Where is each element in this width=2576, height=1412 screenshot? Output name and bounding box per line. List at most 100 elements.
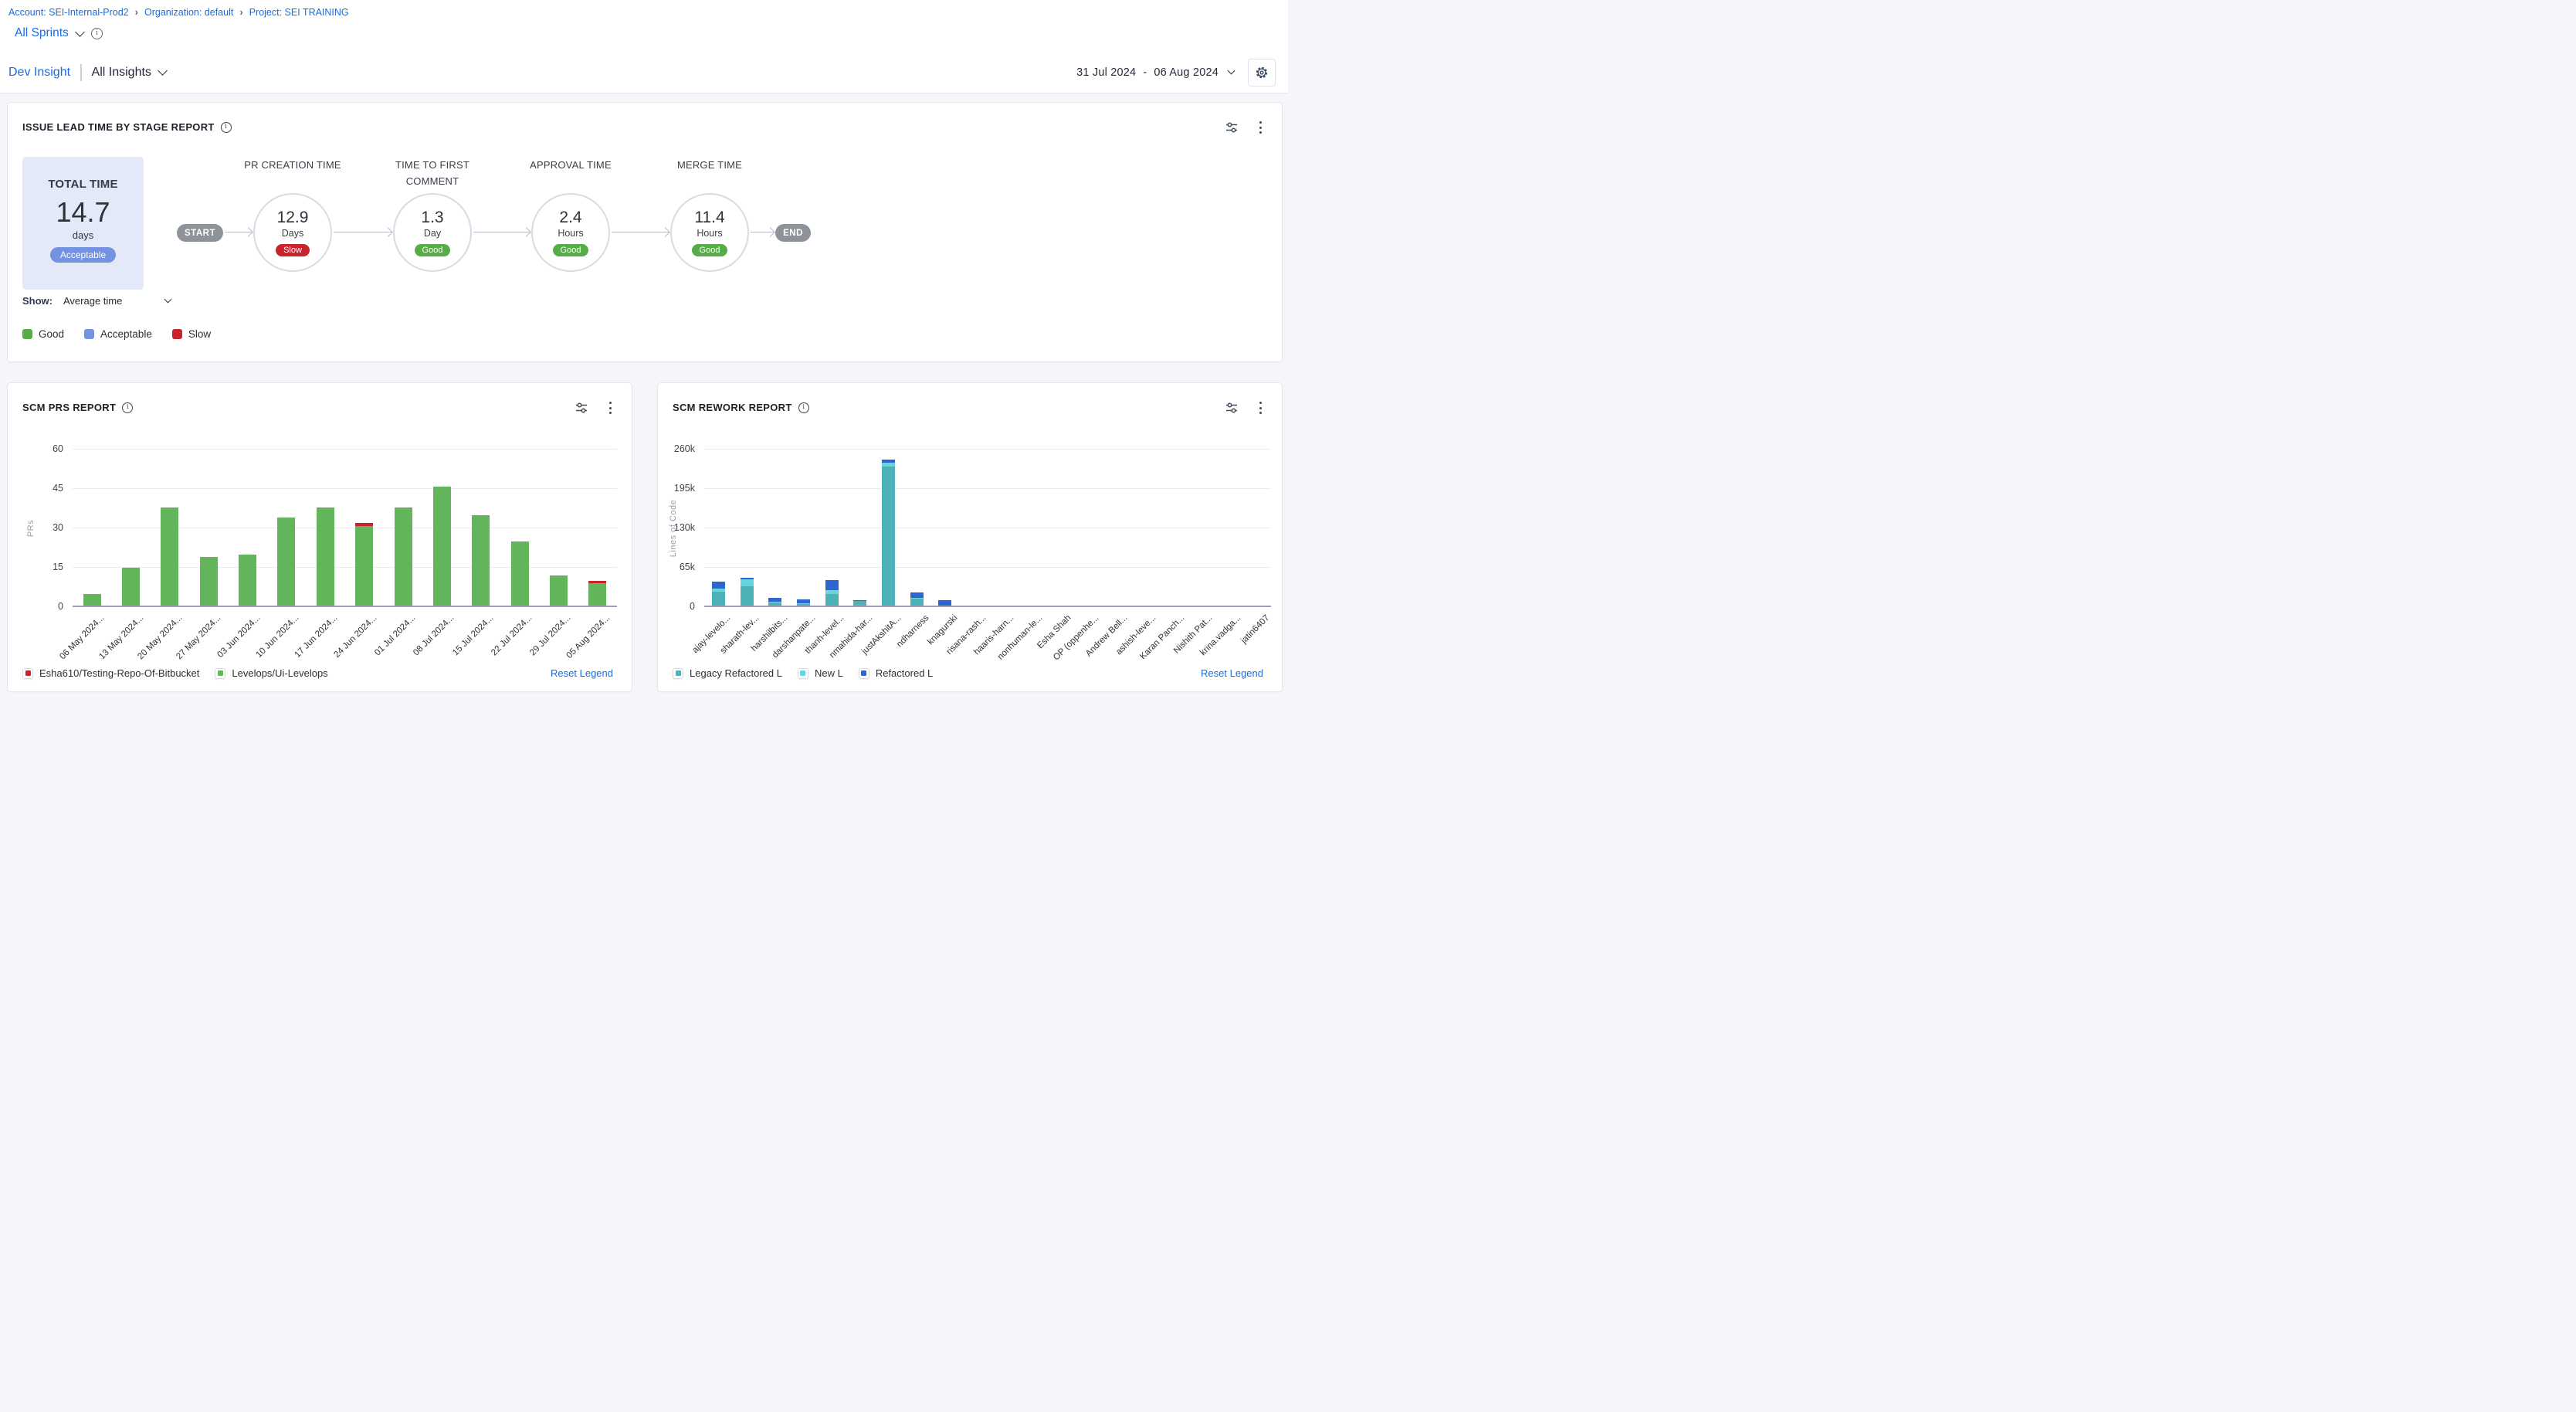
bar-segment[interactable] — [712, 582, 725, 589]
sprint-selector[interactable]: All Sprints i — [15, 26, 103, 40]
bar-segment[interactable] — [472, 515, 490, 607]
lead-time-stage-flow: STARTENDPR CREATION TIME12.9DaysSlowTIME… — [8, 103, 1282, 361]
chevron-down-icon[interactable] — [158, 66, 168, 76]
gridline — [704, 488, 1271, 489]
flow-arrowhead-icon — [765, 227, 775, 237]
chart-legend: Esha610/Testing-Repo-Of-Bitbucket Levelop… — [22, 667, 328, 679]
bar-segment[interactable] — [277, 518, 295, 607]
bar-segment[interactable] — [882, 467, 895, 607]
flow-arrowhead-icon — [660, 227, 670, 237]
stage-value: 2.4 — [559, 209, 581, 226]
bar-segment[interactable] — [161, 507, 178, 607]
stage-label: APPROVAL TIME — [513, 157, 629, 173]
flow-arrowhead-icon — [383, 227, 393, 237]
breadcrumb-item[interactable]: Account: SEI-Internal-Prod2 — [8, 7, 129, 18]
bar-segment[interactable] — [910, 592, 924, 598]
date-range-end: 06 Aug 2024 — [1154, 66, 1219, 79]
legend-color-swatch — [25, 670, 31, 676]
prs-bar-chart: PRs 01530456006 May 2024...13 May 2024..… — [8, 383, 632, 691]
date-range-separator: - — [1143, 66, 1147, 79]
stage-rating-badge: Good — [553, 244, 589, 256]
legend-item[interactable]: New L — [798, 667, 843, 679]
bar-segment[interactable] — [355, 523, 373, 525]
bar-segment[interactable] — [588, 581, 606, 583]
bar-segment[interactable] — [433, 487, 451, 607]
bar-segment[interactable] — [200, 557, 218, 607]
chevron-down-icon — [75, 27, 85, 37]
bar-segment[interactable] — [741, 586, 754, 607]
bar-segment[interactable] — [741, 578, 754, 579]
breadcrumb-separator-icon: › — [135, 6, 138, 18]
legend-item[interactable]: Slow — [172, 328, 211, 340]
breadcrumb-item[interactable]: Organization: default — [144, 7, 233, 18]
rework-bar-chart: Lines of Code 065k130k195k260kajay-level… — [658, 383, 1282, 691]
y-axis-tick-label: 60 — [32, 443, 63, 454]
legend-label: Acceptable — [100, 328, 152, 340]
date-range-selector[interactable]: 31 Jul 2024 - 06 Aug 2024 — [1076, 66, 1234, 79]
date-range-start: 31 Jul 2024 — [1076, 66, 1136, 79]
stage-unit: Hours — [558, 228, 583, 239]
bar-segment[interactable] — [239, 555, 256, 607]
legend-item[interactable]: Esha610/Testing-Repo-Of-Bitbucket — [22, 667, 199, 679]
bar-segment[interactable] — [825, 580, 839, 590]
legend-color-swatch — [676, 670, 681, 676]
legend-item[interactable]: Good — [22, 328, 64, 340]
bar-segment[interactable] — [355, 526, 373, 607]
dev-insight-link[interactable]: Dev Insight — [8, 66, 70, 80]
bar-segment[interactable] — [825, 590, 839, 594]
stage-unit: Day — [424, 228, 441, 239]
settings-gear-button[interactable] — [1248, 59, 1276, 87]
bar-segment[interactable] — [122, 568, 140, 607]
show-value: Average time — [63, 295, 122, 307]
bar-segment[interactable] — [511, 541, 529, 607]
bar-segment[interactable] — [395, 507, 412, 607]
stage-value: 12.9 — [277, 209, 309, 226]
reset-legend-link[interactable]: Reset Legend — [1201, 667, 1263, 679]
y-axis-tick-label: 260k — [664, 443, 695, 454]
sprint-selector-label[interactable]: All Sprints — [15, 26, 69, 40]
start-node: START — [177, 224, 223, 242]
stage-rating-badge: Good — [415, 244, 451, 256]
bar-segment[interactable] — [882, 463, 895, 467]
breadcrumb-item[interactable]: Project: SEI TRAINING — [249, 7, 349, 18]
show-label: Show: — [22, 295, 53, 307]
bar-segment[interactable] — [712, 589, 725, 592]
legend-item[interactable]: Legacy Refactored L — [673, 667, 782, 679]
legend-item[interactable]: Levelops/Ui-Levelops — [215, 667, 327, 679]
flow-arrowhead-icon — [243, 227, 253, 237]
y-axis-tick-label: 130k — [664, 522, 695, 533]
info-icon[interactable]: i — [91, 28, 103, 39]
stage-node[interactable]: 1.3 Day Good — [393, 193, 472, 272]
show-dropdown[interactable]: Show: Average time — [22, 295, 171, 307]
legend-label: New L — [815, 667, 843, 679]
stage-rating-badge: Slow — [276, 244, 310, 256]
legend-item[interactable]: Refactored L — [859, 667, 933, 679]
stage-node[interactable]: 11.4HoursGood — [670, 193, 749, 272]
stage-value: 1.3 — [421, 209, 443, 226]
bar-segment[interactable] — [741, 579, 754, 586]
reset-legend-link[interactable]: Reset Legend — [551, 667, 613, 679]
x-axis-label: 22 Jul 2024... — [490, 613, 534, 657]
bar-segment[interactable] — [853, 600, 866, 602]
legend-label: Refactored L — [876, 667, 933, 679]
x-axis-label: 08 Jul 2024... — [412, 613, 456, 657]
legend-checkbox — [673, 668, 683, 679]
legend-item[interactable]: Acceptable — [84, 328, 152, 340]
insight-selector[interactable]: All Insights — [92, 66, 151, 80]
bar-segment[interactable] — [768, 598, 781, 602]
legend-label: Slow — [188, 328, 211, 340]
chevron-down-icon — [164, 296, 172, 304]
bar-segment[interactable] — [588, 583, 606, 607]
bar-segment[interactable] — [317, 507, 334, 607]
issue-lead-time-panel: ISSUE LEAD TIME BY STAGE REPORT i TOTAL … — [7, 102, 1283, 362]
stage-node[interactable]: 2.4 Hours Good — [531, 193, 610, 272]
bar-segment[interactable] — [797, 599, 810, 603]
stage-node[interactable]: 12.9DaysSlow — [253, 193, 332, 272]
bar-segment[interactable] — [882, 460, 895, 463]
bar-segment[interactable] — [550, 575, 568, 607]
legend-color-swatch — [172, 329, 182, 339]
scm-prs-report-panel: SCM PRS REPORT i PRs 01530456006 May 202… — [7, 382, 632, 692]
stage-unit: Hours — [697, 228, 722, 239]
gridline — [73, 488, 617, 489]
legend-label: Levelops/Ui-Levelops — [232, 667, 327, 679]
